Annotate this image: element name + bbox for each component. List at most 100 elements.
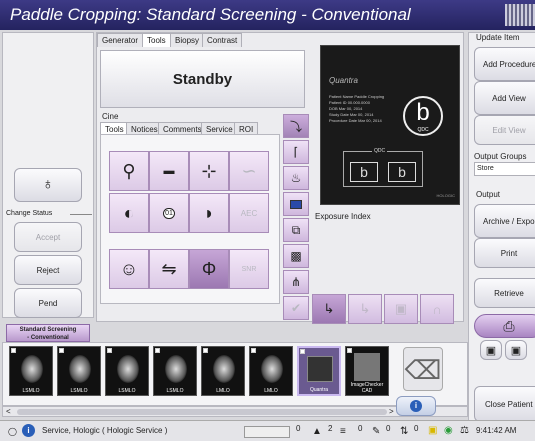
add-view-button[interactable]: Add View [474,81,535,115]
thumbnail-checkbox[interactable] [347,348,352,353]
service-user-text[interactable]: Service, Hologic ( Hologic Service ) [42,426,167,435]
sync-icon[interactable]: ⇅ [400,426,408,437]
thumbnail-checkbox[interactable] [300,349,305,354]
info-icon: i [410,400,422,412]
density-caption: QDC [417,127,429,133]
thumbnail[interactable]: LMLO [249,346,293,396]
magnify-icon[interactable]: ⚲ [109,151,149,191]
print-button[interactable]: Print [474,238,535,268]
breast-image [117,355,139,383]
magnify-1x-icon[interactable]: 01 [149,193,189,233]
window-control-icon[interactable] [505,4,535,26]
thumbnail-label: ImageChecker CAD [350,382,384,394]
retrieve-button[interactable]: Retrieve [474,278,535,308]
thumbnail-checkbox[interactable] [11,348,16,353]
face-icon[interactable]: ☺ [109,249,149,289]
tab-contrast[interactable]: Contrast [202,33,243,47]
tab-tools[interactable]: Tools [142,33,171,47]
freehand-icon[interactable]: ∽ [229,151,269,191]
monitor-icon[interactable] [283,192,309,216]
output-groups-select[interactable]: Store [474,162,535,176]
update-item-label: Update Item [476,33,520,42]
status-progress [244,426,290,438]
paddle-large-icon[interactable]: ∩ [420,294,454,324]
scroll-left-icon[interactable]: < [6,407,11,416]
flip-icon[interactable]: ⇋ [149,249,189,289]
thumbnail-selected[interactable]: Quantra [297,346,341,396]
thumbnail[interactable]: LSMLO [57,346,101,396]
magnify-1x-marker: 01 [163,207,175,219]
cad-image [354,353,380,381]
archive-export-button[interactable]: Archive / Export [474,204,535,238]
edit-view-button[interactable]: Edit View [474,115,535,145]
thumbnail-checkbox[interactable] [155,348,160,353]
aec-icon[interactable]: AEC [229,193,269,233]
reject-button[interactable]: Reject [14,255,82,285]
invert-icon[interactable]: ◐ [109,193,149,233]
thumbnail[interactable]: ImageChecker CAD [345,346,389,396]
scroll-thumb[interactable] [17,409,387,415]
quantra-image [307,356,333,382]
density-box: QDC b b [343,148,423,187]
globe-icon[interactable]: ◉ [444,425,453,436]
procedure-tab[interactable]: Standard Screening - Conventional [6,324,90,342]
thumbnail[interactable]: LSMLO [153,346,197,396]
paddle-medium-icon[interactable]: ↳ [348,294,382,324]
paddle-spot-icon[interactable]: ▣ [384,294,418,324]
paddle-icon-button[interactable]: ♁ [14,168,82,202]
bracket-icon[interactable]: ⌈ [283,140,309,164]
network-icon[interactable]: ≡ [340,426,346,437]
split-icon[interactable]: ▩ [283,244,309,268]
compare-icon[interactable]: ⋔ [283,270,309,294]
export-icon[interactable]: ⧉ [283,218,309,242]
tube-icon[interactable]: ▲ [312,426,322,437]
window-level-icon[interactable]: ◗ [189,193,229,233]
folder-icon[interactable]: ▣ [428,425,437,436]
add-procedure-button[interactable]: Add Procedure [474,47,535,81]
density-left: b [350,162,378,182]
tab-generator[interactable]: Generator [97,33,144,47]
thumbnail[interactable]: LMLO [201,346,245,396]
paddle-crop-icon[interactable]: ⤵ [283,114,309,138]
display-left-icon[interactable]: ▣ [480,340,502,360]
snr-icon[interactable]: SNR [229,249,269,289]
thumbnail-checkbox[interactable] [251,348,256,353]
tab-biopsy[interactable]: Biopsy [170,33,205,47]
ruler-icon[interactable]: ▬ [149,151,189,191]
pen-icon[interactable]: ✎ [372,426,380,437]
paddle-small-icon[interactable]: ↳ [312,294,346,324]
tools-area: ⚲ ▬ ⊹ ∽ ◐ 01 ◗ AEC ☺ ⇋ Φ SNR [100,134,280,304]
breast-image [165,355,187,383]
breast-image [213,355,235,383]
check-icon[interactable]: ✔ [283,296,309,320]
preview-brand: Quantra [329,76,358,85]
paddle-icon[interactable]: ♨ [283,166,309,190]
thumbnail[interactable]: LSMLO [9,346,53,396]
info-button[interactable]: i [396,396,436,416]
pend-button[interactable]: Pend [14,288,82,318]
display-right-icon[interactable]: ▣ [505,340,527,360]
trash-icon[interactable]: ⌫ [403,347,443,391]
window-title: Paddle Cropping: Standard Screening - Co… [10,5,411,24]
crosshair-icon[interactable]: ⊹ [189,151,229,191]
divider [70,214,92,215]
accept-button[interactable]: Accept [14,222,82,252]
mirror-icon[interactable]: Φ [189,249,229,289]
procedure-subname: - Conventional [27,335,69,341]
service-info-icon[interactable]: i [22,424,35,437]
counter-1: 0 [296,424,301,433]
scroll-right-icon[interactable]: > [389,407,394,416]
thumbnail-checkbox[interactable] [59,348,64,353]
density-right: b [388,162,416,182]
change-status-label: Change Status [6,210,53,217]
thumbnail-checkbox[interactable] [203,348,208,353]
thumbnail[interactable]: LSMLO [105,346,149,396]
procedure-name: Standard Screening [19,327,77,333]
close-patient-button[interactable]: Close Patient [474,386,535,422]
connection-icon[interactable]: ⚖ [460,425,469,436]
breast-image [21,355,43,383]
status-bar: ◯ i Service, Hologic ( Hologic Service )… [0,420,535,441]
thumbnail-checkbox[interactable] [107,348,112,353]
output-device-icon[interactable]: ⎙ [474,314,535,338]
output-groups-label: Output Groups [474,152,527,161]
